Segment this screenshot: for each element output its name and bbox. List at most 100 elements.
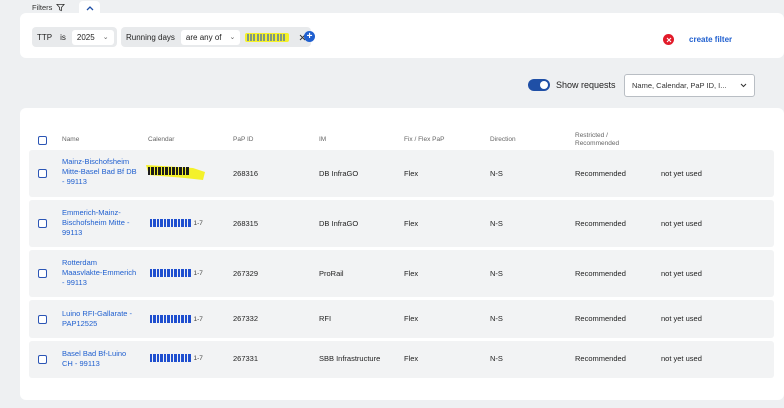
name-line: Mainz-Bischofsheim — [62, 157, 130, 166]
name-line: - 99113 — [62, 278, 87, 287]
calendar-days — [150, 219, 191, 227]
name-line: Maasvlakte-Emmerich — [62, 268, 137, 277]
ttp-value: 2025 — [76, 32, 95, 42]
table-row[interactable]: Rotterdam Maasvlakte-Emmerich - 99113 1-… — [29, 250, 774, 297]
header-fix-flex: Fix / Flex PaP — [404, 136, 445, 143]
restricted: Recommended — [575, 354, 626, 363]
show-requests-toggle[interactable] — [528, 79, 550, 91]
chevron-down-icon: ⌄ — [102, 34, 109, 41]
direction: N-S — [490, 269, 503, 278]
name-line: Bischofsheim Mitte - — [62, 218, 130, 227]
im: SBB Infrastructure — [319, 354, 381, 363]
name-line: Rotterdam — [62, 258, 98, 267]
header-im: IM — [319, 136, 327, 143]
restricted: Recommended — [575, 169, 626, 178]
status: not yet used — [661, 354, 702, 363]
table-row[interactable]: Basel Bad Bf-Luino CH - 99113 1-7 267331… — [29, 341, 774, 378]
row-name-link[interactable]: Luino RFI-Gallarate - PAP12525 — [62, 309, 132, 329]
show-requests-control: Show requests — [528, 79, 616, 91]
pap-id: 267329 — [233, 269, 259, 278]
row-checkbox[interactable] — [38, 169, 47, 178]
row-checkbox[interactable] — [38, 315, 47, 324]
direction: N-S — [490, 314, 503, 323]
filters-text: Filters — [32, 2, 53, 12]
im: DB InfraGO — [319, 219, 359, 228]
fix-flex: Flex — [404, 314, 419, 323]
running-days-operator-select[interactable]: are any of ⌄ — [180, 29, 241, 45]
fix-flex: Flex — [404, 169, 419, 178]
name-line: CH - 99113 — [62, 359, 100, 368]
row-checkbox[interactable] — [38, 269, 47, 278]
calendar-cell: 1-7 — [150, 315, 203, 323]
im: DB InfraGO — [319, 169, 359, 178]
table-row[interactable]: Luino RFI-Gallarate - PAP12525 1-7 26733… — [29, 300, 774, 338]
header-restricted: Restricted / Recommended — [575, 132, 619, 148]
create-filter-link[interactable]: create filter — [689, 35, 732, 44]
direction: N-S — [490, 354, 503, 363]
im: ProRail — [319, 269, 344, 278]
name-line: - 99113 — [62, 177, 87, 186]
chevron-up-icon — [86, 5, 93, 10]
pap-id: 267332 — [233, 314, 259, 323]
running-days-filter-chip: Running days are any of ⌄ — [121, 27, 312, 47]
pap-id: 268316 — [233, 169, 259, 178]
calendar-range: 1-7 — [193, 219, 203, 227]
show-requests-label: Show requests — [556, 80, 616, 90]
table-row[interactable]: Mainz-Bischofsheim Mitte-Basel Bad Bf DB… — [29, 150, 774, 197]
row-name-link[interactable]: Rotterdam Maasvlakte-Emmerich - 99113 — [62, 258, 136, 288]
calendar-cell: 1-7 — [150, 269, 203, 277]
row-checkbox[interactable] — [38, 219, 47, 228]
status: not yet used — [661, 219, 702, 228]
header-name: Name — [62, 136, 80, 143]
filters-label: Filters — [20, 0, 66, 14]
header-direction: Direction — [490, 136, 516, 143]
calendar-range: 1-7 — [193, 315, 203, 323]
table-row[interactable]: Emmerich-Mainz- Bischofsheim Mitte - 991… — [29, 200, 774, 247]
ttp-operator: is — [60, 32, 66, 42]
row-name-link[interactable]: Basel Bad Bf-Luino CH - 99113 — [62, 349, 126, 369]
close-icon — [666, 37, 671, 42]
fix-flex: Flex — [404, 269, 419, 278]
calendar-cell — [146, 165, 205, 180]
im: RFI — [319, 314, 332, 323]
plus-icon: + — [306, 30, 313, 42]
ttp-label: TTP — [37, 32, 53, 42]
status: not yet used — [661, 269, 702, 278]
running-days-operator: are any of — [185, 32, 222, 42]
calendar-range: 1-7 — [193, 269, 203, 277]
calendar-days — [150, 354, 191, 362]
calendar-cell: 1-7 — [150, 219, 203, 227]
highlighted-days-marker — [245, 33, 290, 42]
fix-flex: Flex — [404, 354, 419, 363]
toggle-knob — [540, 81, 548, 89]
restricted: Recommended — [575, 269, 626, 278]
chevron-down-icon — [740, 83, 747, 88]
running-days-value-select[interactable] — [244, 31, 292, 43]
fix-flex: Flex — [404, 219, 419, 228]
name-line: Luino RFI-Gallarate - — [62, 309, 133, 318]
add-filter-button[interactable]: + — [304, 31, 315, 42]
direction: N-S — [490, 169, 503, 178]
calendar-days — [150, 315, 191, 323]
select-all-checkbox[interactable] — [38, 136, 47, 145]
name-line: Emmerich-Mainz- — [62, 208, 121, 217]
header-calendar: Calendar — [148, 136, 175, 143]
calendar-days — [150, 269, 191, 277]
ttp-value-select[interactable]: 2025 ⌄ — [71, 29, 114, 45]
calendar-range: 1-7 — [193, 354, 203, 362]
name-line: 99113 — [62, 228, 83, 237]
pap-id: 267331 — [233, 354, 259, 363]
clear-filters-button[interactable] — [663, 34, 674, 45]
header-restricted-line1: Restricted / — [575, 132, 608, 139]
filter-panel: TTP is 2025 ⌄ Running days are any of ⌄ — [20, 13, 784, 58]
calendar-cell: 1-7 — [150, 354, 203, 362]
search-columns-select[interactable]: Name, Calendar, PaP ID, I... — [624, 74, 755, 97]
row-name-link[interactable]: Mainz-Bischofsheim Mitte-Basel Bad Bf DB… — [62, 157, 137, 187]
direction: N-S — [490, 219, 503, 228]
row-checkbox[interactable] — [38, 355, 47, 364]
header-pap-id: PaP ID — [233, 136, 254, 143]
chevron-down-icon: ⌄ — [229, 34, 236, 41]
name-line: Mitte-Basel Bad Bf DB — [62, 167, 137, 176]
row-name-link[interactable]: Emmerich-Mainz- Bischofsheim Mitte - 991… — [62, 208, 130, 238]
ttp-filter-chip: TTP is 2025 ⌄ — [32, 27, 117, 47]
